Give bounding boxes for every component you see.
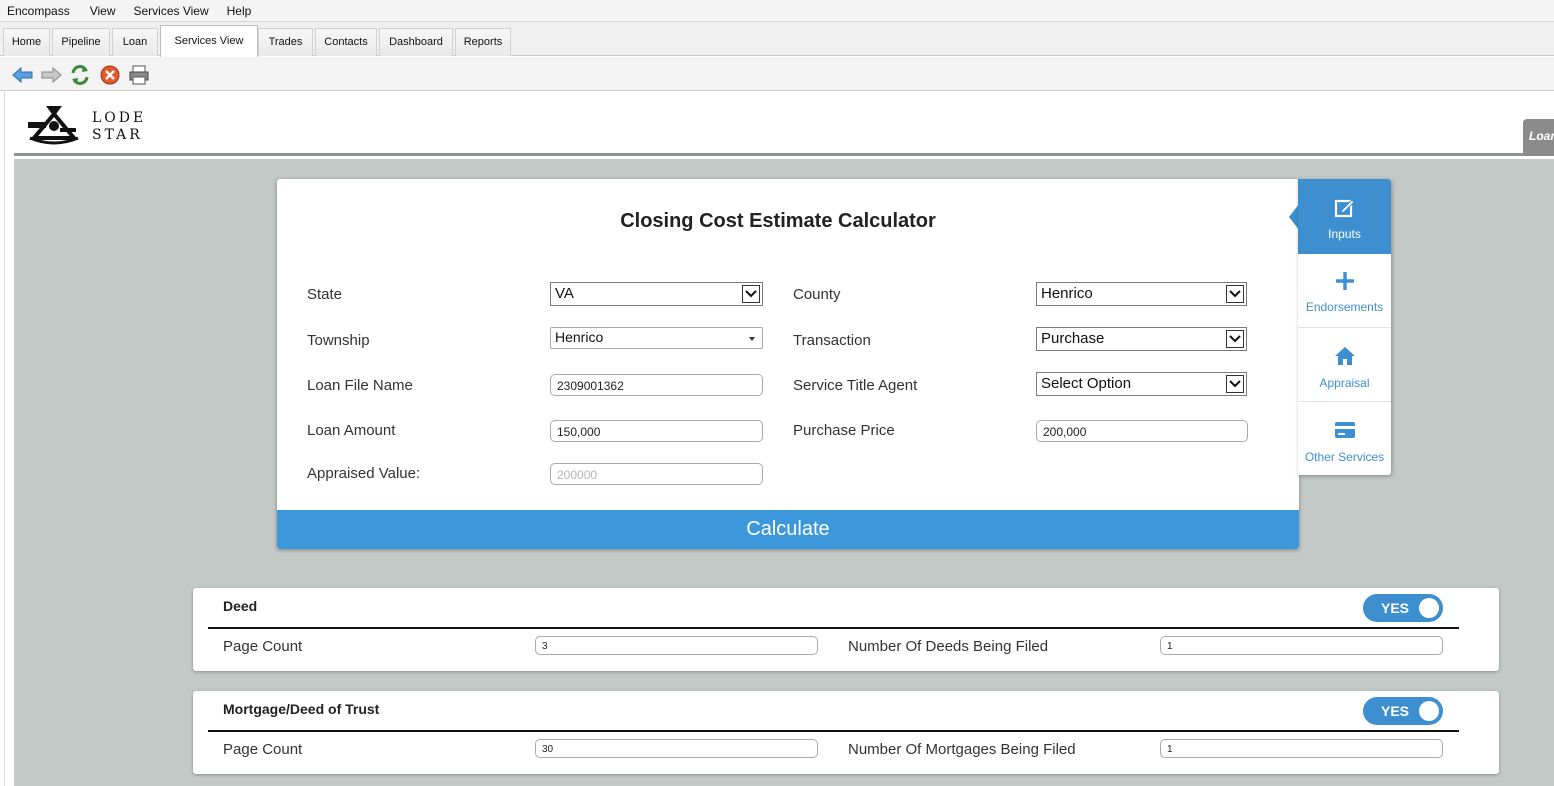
home-icon (1298, 346, 1391, 370)
mortgage-divider (208, 730, 1459, 732)
print-icon[interactable] (128, 64, 150, 86)
lodestar-logo: LODE STAR (26, 104, 146, 146)
purchase-price-label: Purchase Price (793, 422, 895, 439)
deed-title: Deed (223, 598, 258, 614)
menu-bar: Encompass View Services View Help (0, 0, 1554, 22)
nav-other-services[interactable]: Other Services (1298, 402, 1391, 476)
deed-number-input[interactable]: 1 (1160, 636, 1443, 655)
deed-page-count-input[interactable]: 3 (535, 636, 818, 655)
chevron-down-icon[interactable] (1226, 375, 1244, 393)
deed-section: Deed YES Page Count 3 Number Of Deeds Be… (193, 588, 1499, 671)
loan-file-label: Loan File Name (307, 377, 413, 394)
appraised-value-label: Appraised Value: (307, 465, 421, 482)
tab-pipeline[interactable]: Pipeline (52, 28, 110, 56)
service-agent-label: Service Title Agent (793, 377, 918, 394)
logo-line-2: STAR (92, 127, 143, 143)
service-agent-value: Select Option (1041, 375, 1132, 392)
edit-icon (1298, 197, 1391, 221)
tab-reports[interactable]: Reports (455, 28, 511, 56)
state-value: VA (555, 285, 574, 302)
county-select[interactable]: Henrico (1036, 282, 1247, 306)
calculator-card: Closing Cost Estimate Calculator State V… (277, 179, 1299, 549)
tab-services-view[interactable]: Services View (160, 25, 258, 57)
state-label: State (307, 286, 343, 303)
transaction-label: Transaction (793, 332, 871, 349)
county-value: Henrico (1041, 285, 1093, 302)
tab-home[interactable]: Home (3, 28, 50, 56)
toggle-knob (1419, 598, 1439, 618)
nav-inputs-label: Inputs (1328, 227, 1361, 241)
deed-toggle[interactable]: YES (1363, 594, 1443, 622)
transaction-value: Purchase (1041, 330, 1105, 347)
calculator-title: Closing Cost Estimate Calculator (620, 210, 936, 232)
tab-strip: Home Pipeline Loan Services View Trades … (0, 22, 1554, 57)
deed-toggle-label: YES (1381, 600, 1410, 616)
caret-down-icon (749, 337, 755, 341)
nav-endorsements-label: Endorsements (1305, 300, 1384, 314)
service-agent-select[interactable]: Select Option (1036, 372, 1247, 396)
mortgage-number-input[interactable]: 1 (1160, 739, 1443, 758)
toggle-knob (1419, 701, 1439, 721)
chevron-down-icon[interactable] (1226, 330, 1244, 348)
menu-view[interactable]: View (83, 0, 123, 22)
toolbar (0, 57, 1554, 91)
chevron-down-icon[interactable] (1226, 285, 1244, 303)
purchase-price-input[interactable]: 200,000 (1036, 420, 1248, 442)
transaction-select[interactable]: Purchase (1036, 327, 1247, 351)
township-select[interactable]: Henrico (550, 327, 763, 349)
menu-help[interactable]: Help (220, 0, 259, 22)
loan-amount-input[interactable]: 150,000 (550, 420, 763, 442)
mortgage-number-label: Number Of Mortgages Being Filed (848, 741, 1076, 758)
mortgage-section: Mortgage/Deed of Trust YES Page Count 30… (193, 691, 1499, 774)
mortgage-page-count-label: Page Count (223, 741, 303, 758)
county-label: County (793, 286, 841, 303)
nav-appraisal-label: Appraisal (1319, 376, 1370, 390)
calculate-button[interactable]: Calculate (277, 510, 1299, 549)
township-value: Henrico (555, 329, 604, 345)
tab-loan[interactable]: Loan (112, 28, 158, 56)
nav-other-services-label: Other Services (1304, 450, 1385, 464)
plus-icon (1298, 271, 1391, 295)
township-label: Township (307, 332, 370, 349)
tab-contacts[interactable]: Contacts (315, 28, 377, 56)
deed-divider (208, 627, 1459, 629)
tab-trades[interactable]: Trades (258, 28, 313, 56)
stop-icon[interactable] (99, 64, 121, 86)
state-select[interactable]: VA (550, 282, 763, 306)
mortgage-title: Mortgage/Deed of Trust (223, 701, 380, 717)
logo-line-1: LODE (92, 110, 147, 126)
menu-services-view[interactable]: Services View (127, 0, 216, 22)
logo-text: LODE STAR (92, 110, 146, 144)
forward-arrow-icon[interactable] (40, 64, 62, 86)
deed-page-count-label: Page Count (223, 638, 303, 655)
chevron-down-icon[interactable] (742, 285, 760, 303)
loan-side-tab[interactable]: Loan (1523, 119, 1554, 156)
menu-encompass[interactable]: Encompass (0, 0, 77, 22)
tab-dashboard[interactable]: Dashboard (379, 28, 453, 56)
refresh-icon[interactable] (69, 64, 91, 86)
nav-inputs[interactable]: Inputs (1298, 179, 1391, 254)
appraised-value-input[interactable]: 200000 (550, 463, 763, 485)
lodestar-header: LODE STAR Loan (14, 92, 1554, 156)
mortgage-toggle-label: YES (1381, 703, 1410, 719)
side-nav: Inputs Endorsements Appraisal Other Serv… (1298, 179, 1391, 475)
card-icon (1298, 421, 1391, 445)
loan-file-input[interactable]: 2309001362 (550, 374, 763, 396)
loan-amount-label: Loan Amount (307, 422, 396, 439)
back-arrow-icon[interactable] (12, 64, 34, 86)
sextant-logo-icon (28, 106, 79, 145)
nav-appraisal[interactable]: Appraisal (1298, 328, 1391, 402)
nav-endorsements[interactable]: Endorsements (1298, 254, 1391, 328)
mortgage-page-count-input[interactable]: 30 (535, 739, 818, 758)
deed-number-label: Number Of Deeds Being Filed (848, 638, 1049, 655)
mortgage-toggle[interactable]: YES (1363, 697, 1443, 725)
